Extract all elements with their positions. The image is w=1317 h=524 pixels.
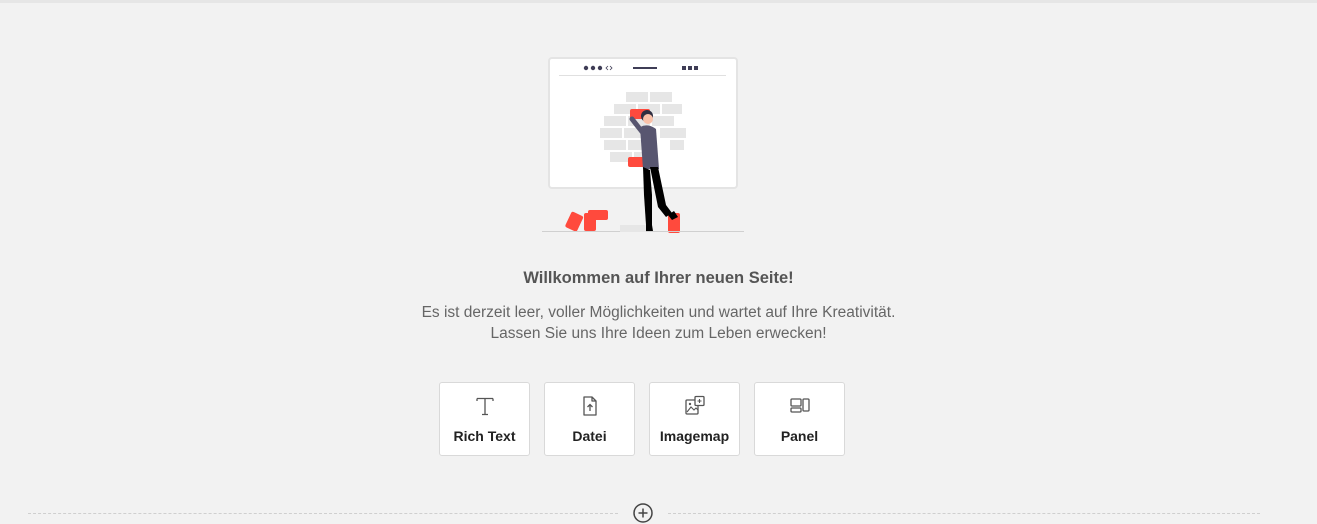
rich-text-label: Rich Text [453,428,516,444]
builder-illustration [542,57,744,233]
add-rich-text-button[interactable]: Rich Text [439,382,530,456]
section-divider-left [28,513,618,514]
text-t-icon [476,397,494,416]
welcome-description: Es ist derzeit leer, voller Möglichkeite… [421,304,896,321]
file-upload-icon [583,396,597,416]
imagemap-label: Imagemap [659,428,730,444]
add-imagemap-button[interactable]: Imagemap [649,382,740,456]
welcome-description-cta: Lassen Sie uns Ihre Ideen zum Leben erwe… [490,325,827,342]
top-border [0,0,1317,3]
panel-label: Panel [780,428,819,444]
welcome-title: Willkommen auf Ihrer neuen Seite! [523,269,794,287]
imagemap-icon [685,395,705,415]
section-divider-right [668,513,1260,514]
file-label: Datei [572,428,607,444]
panel-icon [790,398,810,413]
add-panel-button[interactable]: Panel [754,382,845,456]
add-file-button[interactable]: Datei [544,382,635,456]
add-section-icon[interactable] [632,502,654,524]
